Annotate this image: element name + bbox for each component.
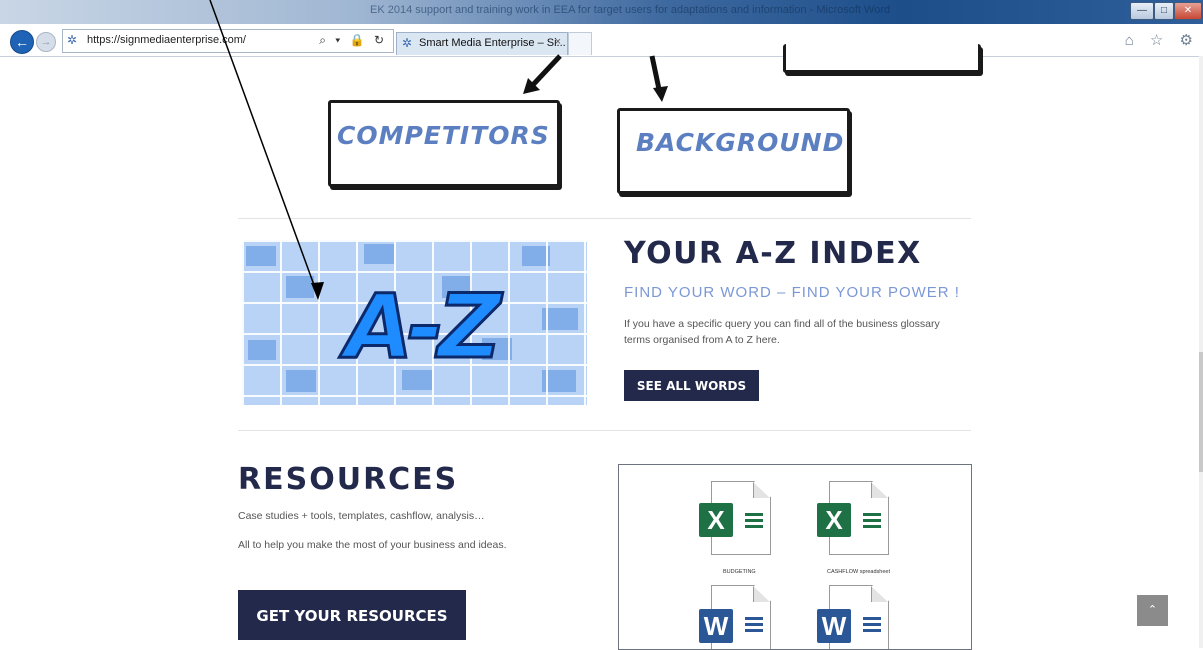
annotation-pointer-arrowhead xyxy=(311,282,324,300)
background-arrowhead xyxy=(653,86,668,102)
competitors-arrow-icon xyxy=(528,54,562,90)
annotation-pointer-line xyxy=(209,0,319,297)
annotation-arrows xyxy=(209,0,668,300)
